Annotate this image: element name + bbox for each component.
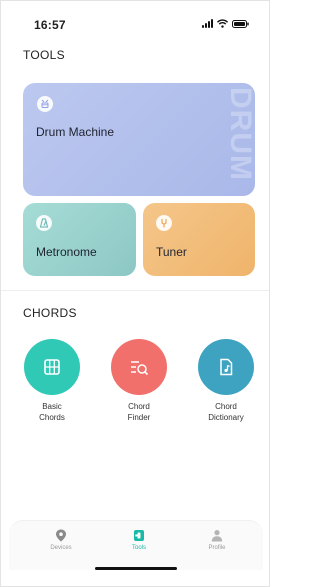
chords-heading: CHORDS — [23, 306, 77, 320]
toolbox-icon — [134, 530, 144, 541]
status-icons — [202, 19, 249, 28]
section-divider — [1, 290, 269, 291]
tab-devices[interactable]: Devices — [31, 529, 91, 551]
chord-dictionary-label-line1: Chord — [215, 402, 237, 411]
chord-dictionary-button[interactable]: Chord Dictionary — [191, 339, 261, 423]
drum-machine-label: Drum Machine — [36, 125, 115, 139]
search-list-icon — [111, 339, 167, 395]
drum-icon — [37, 96, 53, 112]
metronome-label: Metronome — [36, 245, 97, 259]
tuner-card[interactable]: Tuner — [143, 203, 255, 276]
basic-chords-label-line2: Chords — [39, 413, 65, 422]
music-note-document-icon — [198, 339, 254, 395]
status-time: 16:57 — [34, 18, 66, 32]
app-screen: 16:57 TOOLS DRUM Drum Machine Metronome … — [0, 0, 270, 587]
chord-finder-button[interactable]: Chord Finder — [104, 339, 174, 423]
wifi-icon — [217, 19, 228, 28]
drum-machine-card[interactable]: DRUM Drum Machine — [23, 83, 255, 196]
tab-tools[interactable]: Tools — [109, 529, 169, 551]
tab-devices-label: Devices — [50, 545, 72, 551]
chord-dictionary-label-line2: Dictionary — [208, 413, 244, 422]
chord-grid-icon — [24, 339, 80, 395]
metronome-card[interactable]: Metronome — [23, 203, 136, 276]
tools-heading: TOOLS — [23, 48, 65, 62]
tab-bar: Devices Tools Profile — [9, 520, 263, 570]
metronome-icon — [36, 215, 52, 231]
tuning-fork-icon — [156, 215, 172, 231]
tuner-label: Tuner — [156, 245, 187, 259]
tab-tools-label: Tools — [131, 545, 146, 551]
chord-finder-label-line2: Finder — [127, 413, 151, 422]
location-pin-icon — [56, 529, 66, 542]
chord-finder-label-line1: Chord — [128, 402, 150, 411]
person-icon — [211, 530, 223, 542]
cellular-signal-icon — [202, 19, 213, 28]
home-indicator[interactable] — [95, 567, 177, 570]
drum-watermark: DRUM — [224, 87, 255, 181]
chord-finder-label: Chord Finder — [128, 401, 151, 423]
tab-profile[interactable]: Profile — [187, 529, 247, 551]
basic-chords-label-line1: Basic — [42, 402, 62, 411]
basic-chords-button[interactable]: Basic Chords — [17, 339, 87, 423]
chord-dictionary-label: Chord Dictionary — [208, 401, 244, 423]
status-bar: 16:57 — [1, 1, 269, 45]
tab-profile-label: Profile — [208, 545, 226, 551]
battery-icon — [232, 19, 249, 28]
basic-chords-label: Basic Chords — [39, 401, 65, 423]
